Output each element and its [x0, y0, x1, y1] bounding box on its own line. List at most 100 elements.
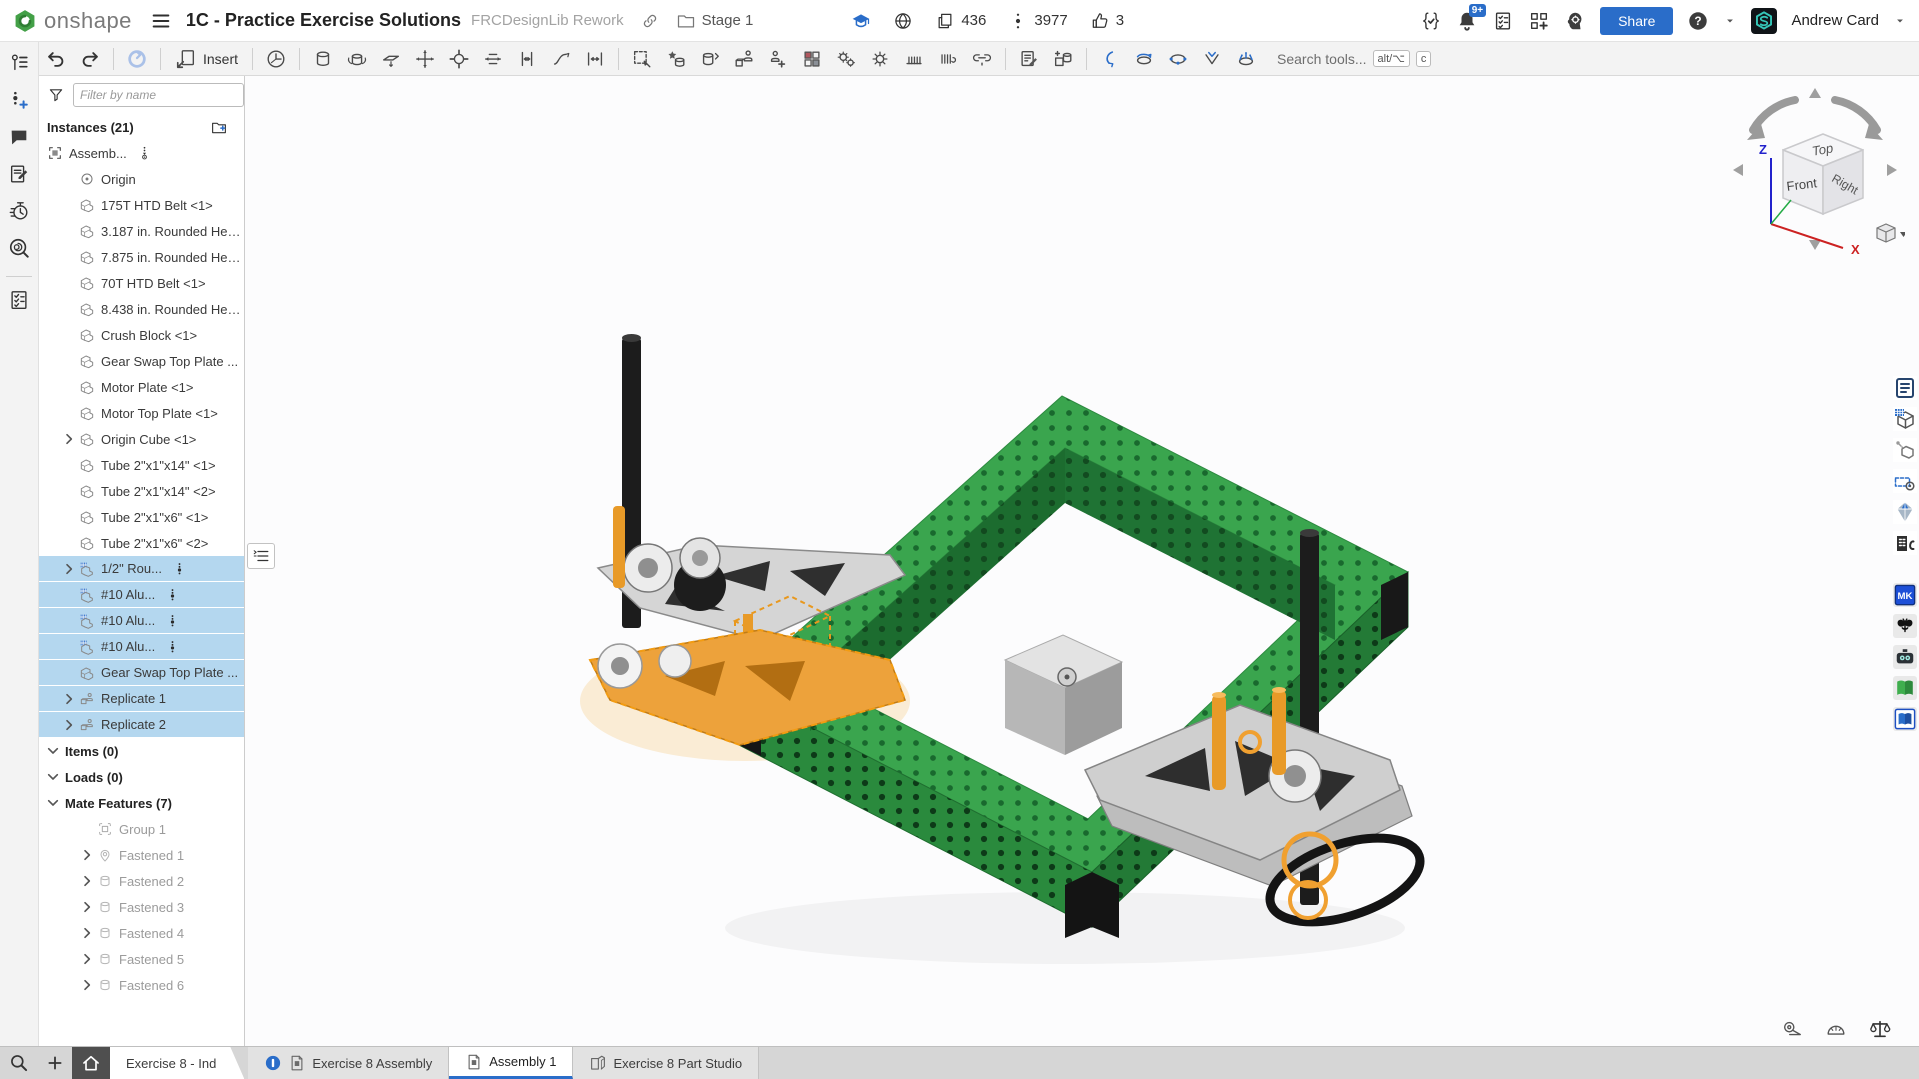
snap-mode-icon[interactable] — [967, 46, 997, 72]
refresh-icon[interactable] — [122, 46, 152, 72]
select-box-icon[interactable] — [627, 46, 657, 72]
history-icon[interactable] — [8, 200, 30, 222]
education-icon[interactable] — [851, 11, 871, 31]
likes-icon[interactable]: 3 — [1090, 11, 1124, 31]
tree-row[interactable]: 8.438 in. Rounded Hex... — [39, 296, 244, 322]
chev-r-icon[interactable] — [79, 951, 95, 967]
document-notes-icon[interactable] — [8, 163, 30, 185]
chev-r-icon[interactable] — [79, 847, 95, 863]
chev-r-icon[interactable] — [61, 717, 77, 733]
dots-trail-icon[interactable] — [172, 560, 187, 578]
orange-standoff-left[interactable] — [613, 506, 625, 588]
panel-toggle-button[interactable] — [247, 543, 275, 569]
tree-row[interactable]: #10 Alu... — [39, 608, 244, 634]
undo-icon[interactable] — [41, 46, 71, 72]
add-connector-icon[interactable] — [8, 89, 30, 111]
tree-row[interactable]: 7.875 in. Rounded Hex... — [39, 244, 244, 270]
mate-fastened-icon[interactable] — [308, 46, 338, 72]
chev-r-icon[interactable] — [61, 431, 77, 447]
mate-width-icon[interactable] — [512, 46, 542, 72]
tree-row[interactable]: Crush Block <1> — [39, 322, 244, 348]
chev-r-icon[interactable] — [61, 561, 77, 577]
measure-tape-icon[interactable] — [1781, 1018, 1803, 1040]
section-loads[interactable]: Loads (0) — [39, 764, 244, 790]
mate-connector-tool-icon[interactable] — [695, 46, 725, 72]
public-icon[interactable] — [893, 11, 913, 31]
mk-app-icon[interactable]: MK — [1893, 583, 1917, 607]
redo-icon[interactable] — [75, 46, 105, 72]
robot-app-icon[interactable] — [1893, 645, 1917, 669]
tree-row[interactable]: 1/2" Rou... — [39, 556, 244, 582]
screw-relation-icon[interactable] — [899, 46, 929, 72]
filter-funnel-icon[interactable] — [47, 86, 65, 104]
tree-row[interactable]: Tube 2"x1"x6" <2> — [39, 530, 244, 556]
chev-r-icon[interactable] — [79, 899, 95, 915]
assembly-3d-view[interactable] — [245, 76, 1919, 1046]
user-caret-icon[interactable] — [1893, 14, 1907, 28]
tab-search-button[interactable] — [0, 1047, 38, 1079]
pan-right-arrow[interactable] — [1887, 164, 1897, 176]
checklist-icon[interactable] — [8, 289, 30, 311]
chev-d-icon[interactable] — [45, 795, 61, 811]
add-folder-icon[interactable] — [210, 118, 228, 136]
copies-icon[interactable]: 436 — [935, 11, 986, 31]
dots-trail-icon[interactable] — [165, 586, 180, 604]
configuration-panel-icon[interactable] — [1893, 407, 1917, 431]
tree-row[interactable]: Fastened 3 — [39, 894, 244, 920]
tree-row[interactable]: Fastened 4 — [39, 920, 244, 946]
tasks-icon[interactable] — [1492, 10, 1514, 32]
tree-row[interactable]: Fastened 1 — [39, 842, 244, 868]
explore-icon[interactable] — [8, 237, 30, 259]
export-parts-icon[interactable] — [1048, 46, 1078, 72]
help-icon[interactable]: ? — [1687, 10, 1709, 32]
animate-orbit-icon[interactable] — [1129, 46, 1159, 72]
dots-trail-icon[interactable] — [165, 638, 180, 656]
tab-assembly-1[interactable]: Assembly 1 — [449, 1047, 573, 1079]
tree-row[interactable]: #10 Alu... — [39, 582, 244, 608]
tree-row[interactable]: Replicate 2 — [39, 712, 244, 738]
workspace-folder-icon[interactable] — [676, 11, 696, 31]
tree-row[interactable]: Motor Plate <1> — [39, 374, 244, 400]
tree-row[interactable]: Replicate 1 — [39, 686, 244, 712]
rotate-right-arrow[interactable] — [1835, 100, 1877, 130]
tree-row[interactable]: #10 Alu... — [39, 634, 244, 660]
protractor-icon[interactable] — [1825, 1018, 1847, 1040]
connector-count-icon[interactable]: 3977 — [1008, 11, 1067, 31]
origin-cube[interactable] — [1005, 635, 1122, 755]
tree-row[interactable]: Fastened 5 — [39, 946, 244, 972]
appearance-crown-icon[interactable] — [1231, 46, 1261, 72]
rotate-left-arrow[interactable] — [1753, 100, 1795, 130]
section-items[interactable]: Items (0) — [39, 738, 244, 764]
tab-exercise-8-ind[interactable]: Exercise 8 - Ind — [110, 1047, 244, 1079]
pattern-tool-icon[interactable] — [763, 46, 793, 72]
tree-row[interactable]: Origin Cube <1> — [39, 426, 244, 452]
green-book-app-icon[interactable] — [1893, 676, 1917, 700]
configurations-icon[interactable] — [797, 46, 827, 72]
tree-row[interactable]: Fastened 2 — [39, 868, 244, 894]
clock-icon[interactable] — [261, 46, 291, 72]
mate-revolute-icon[interactable] — [342, 46, 372, 72]
tilt-down-arrow[interactable] — [1809, 240, 1821, 250]
tree-row[interactable]: Tube 2"x1"x6" <1> — [39, 504, 244, 530]
mate-ball-icon[interactable] — [444, 46, 474, 72]
tree-row[interactable]: Tube 2"x1"x14" <2> — [39, 478, 244, 504]
section-cone-icon[interactable] — [1197, 46, 1227, 72]
ai-assistant-icon[interactable] — [1564, 10, 1586, 32]
mate-limit-icon[interactable] — [580, 46, 610, 72]
chev-r-icon[interactable] — [79, 925, 95, 941]
tree-row[interactable]: Gear Swap Top Plate ... — [39, 348, 244, 374]
chev-d-icon[interactable] — [45, 769, 61, 785]
tree-row[interactable]: 175T HTD Belt <1> — [39, 192, 244, 218]
tree-row[interactable]: Motor Top Plate <1> — [39, 400, 244, 426]
building-app-icon[interactable] — [1893, 531, 1917, 555]
tree-row[interactable]: 3.187 in. Rounded Hex... — [39, 218, 244, 244]
view-options-cube-icon[interactable] — [1877, 224, 1905, 242]
view-cube-body[interactable]: Top Front Right — [1783, 134, 1863, 214]
butterfly-app-icon[interactable] — [1893, 614, 1917, 638]
chev-d-icon[interactable] — [45, 743, 61, 759]
mass-properties-icon[interactable] — [1869, 1018, 1891, 1040]
tree-row[interactable]: 70T HTD Belt <1> — [39, 270, 244, 296]
hamburger-menu-icon[interactable] — [150, 10, 172, 32]
view-cube[interactable]: Top Front Right Z X — [1725, 82, 1905, 257]
notifications-bell-icon[interactable]: 9+ — [1456, 10, 1478, 32]
